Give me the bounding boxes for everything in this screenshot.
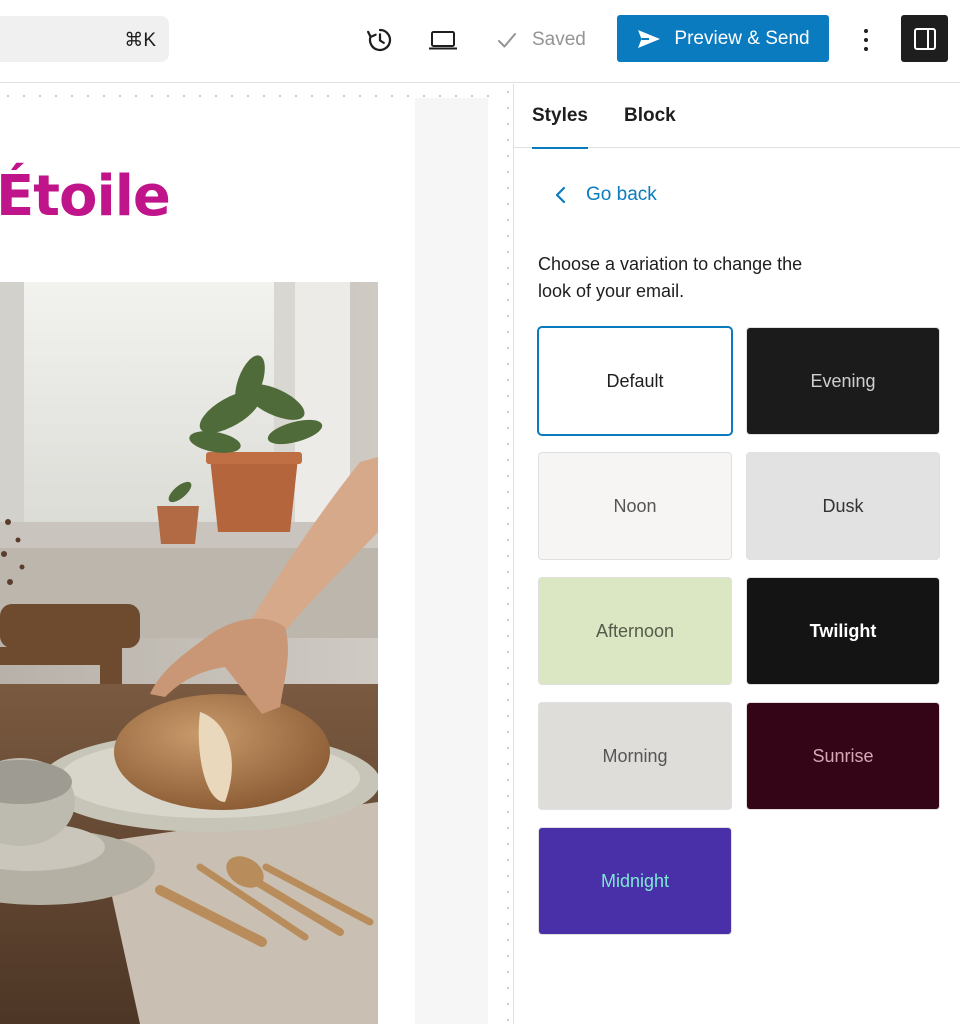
- send-icon: [638, 29, 661, 48]
- go-back-label: Go back: [586, 184, 657, 205]
- style-variation-evening[interactable]: Evening: [747, 328, 939, 434]
- laptop-icon: [429, 31, 457, 50]
- device-preview-button[interactable]: [423, 20, 463, 60]
- style-variation-dusk[interactable]: Dusk: [747, 453, 939, 559]
- command-shortcut-hint: ⌘K: [124, 30, 156, 51]
- chevron-left-icon: [555, 186, 566, 204]
- saved-status: Saved: [496, 24, 586, 56]
- settings-sidebar: Styles Block Go back Choose a variation …: [513, 84, 960, 1024]
- sidebar-tabs: Styles Block: [514, 84, 960, 149]
- style-variation-label: Evening: [810, 370, 876, 391]
- tab-styles-label: Styles: [532, 105, 588, 126]
- variation-description: Choose a variation to change the look of…: [538, 254, 803, 301]
- tab-styles[interactable]: Styles: [532, 84, 588, 149]
- style-variation-label: Sunrise: [812, 745, 874, 766]
- history-icon: [367, 28, 392, 52]
- sidebar-panel-icon: [913, 27, 936, 50]
- canvas-grid-dots: [507, 84, 509, 1024]
- editor-toolbar: ⌘K Saved Preview & Send: [0, 0, 960, 83]
- more-options-button[interactable]: [852, 20, 880, 60]
- style-variation-label: Morning: [602, 745, 668, 766]
- saved-label: Saved: [532, 29, 586, 50]
- style-variation-morning[interactable]: Morning: [539, 703, 731, 809]
- email-gutter: [415, 98, 488, 1024]
- style-variation-sunrise[interactable]: Sunrise: [747, 703, 939, 809]
- style-variation-label: Twilight: [809, 620, 877, 641]
- canvas-grid-dots: [0, 95, 500, 97]
- style-variation-label: Dusk: [822, 495, 864, 516]
- style-variation-label: Noon: [613, 495, 657, 516]
- kebab-dot-icon: [864, 38, 868, 42]
- style-variation-midnight[interactable]: Midnight: [539, 828, 731, 934]
- style-variation-label: Default: [606, 370, 664, 391]
- tab-block[interactable]: Block: [624, 84, 676, 148]
- preview-send-button[interactable]: Preview & Send: [617, 15, 829, 62]
- style-variation-label: Midnight: [600, 870, 670, 891]
- tab-block-label: Block: [624, 105, 676, 126]
- go-back-button[interactable]: Go back: [554, 184, 657, 206]
- kebab-dot-icon: [864, 47, 868, 51]
- style-variation-default[interactable]: Default: [539, 328, 731, 434]
- kebab-dot-icon: [864, 29, 868, 33]
- email-canvas: Étoile: [0, 84, 512, 1024]
- style-variation-label: Afternoon: [595, 620, 675, 641]
- settings-panel-toggle[interactable]: [901, 15, 948, 62]
- hero-image[interactable]: [0, 282, 378, 1024]
- command-palette-button[interactable]: ⌘K: [0, 16, 169, 62]
- checkmark-icon: [498, 33, 516, 48]
- brand-heading[interactable]: Étoile: [0, 164, 171, 229]
- style-variation-twilight[interactable]: Twilight: [747, 578, 939, 684]
- preview-send-label: Preview & Send: [674, 27, 810, 49]
- revisions-button[interactable]: [360, 20, 400, 60]
- style-variation-noon[interactable]: Noon: [539, 453, 731, 559]
- style-variation-afternoon[interactable]: Afternoon: [539, 578, 731, 684]
